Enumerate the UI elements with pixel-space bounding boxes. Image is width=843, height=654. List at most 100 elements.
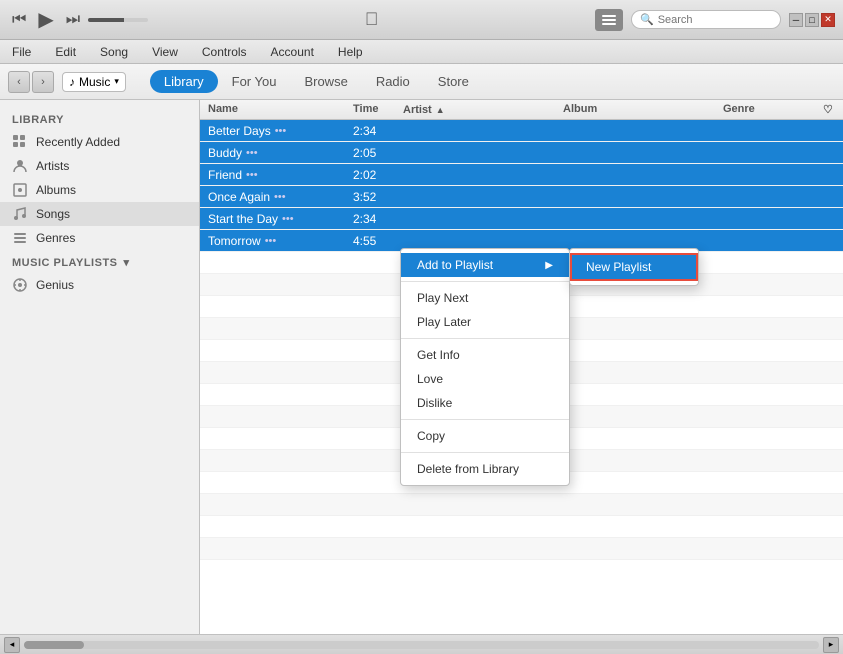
maximize-button[interactable]: □ [805,13,819,27]
scroll-track[interactable] [24,641,819,649]
row-options-icon[interactable]: ••• [246,169,258,181]
context-menu-dislike[interactable]: Dislike [401,391,569,415]
menu-controls[interactable]: Controls [198,43,251,61]
col-artist-header[interactable]: Artist ▲ [399,103,559,116]
context-menu-love[interactable]: Love [401,367,569,391]
search-icon: 🔍 [640,13,654,26]
separator [401,281,569,282]
context-menu-play-next[interactable]: Play Next [401,286,569,310]
submenu-arrow-icon: ▶ [545,260,553,271]
separator [401,452,569,453]
tab-radio[interactable]: Radio [362,70,424,93]
play-button[interactable]: ▶ [34,5,57,34]
row-time: 2:34 [349,124,399,138]
nav-bar: ‹ › ♪ Music ▾ Library For You Browse Rad… [0,64,843,100]
title-bar-center:  [365,9,379,30]
menu-bar: File Edit Song View Controls Account Hel… [0,40,843,64]
source-selector[interactable]: ♪ Music ▾ [62,72,126,92]
row-time: 2:05 [349,146,399,160]
search-box[interactable]: 🔍 [631,10,781,29]
title-bar: ⏮ ▶ ⏭  🔍 ─ □ ✕ [0,0,843,40]
genius-icon [12,277,28,293]
context-menu-container: Add to Playlist ▶ Play Next Play Later G… [400,248,699,486]
col-album-header[interactable]: Album [559,103,719,116]
row-name: Start the Day ••• [200,212,349,226]
submenu: New Playlist [569,248,699,286]
minimize-button[interactable]: ─ [789,13,803,27]
col-time-header[interactable]: Time [349,103,399,116]
albums-label: Albums [36,183,76,197]
menu-view[interactable]: View [148,43,182,61]
menu-file[interactable]: File [8,43,35,61]
table-row[interactable]: Once Again ••• 3:52 [200,186,843,208]
sort-arrow-icon: ▲ [436,105,445,115]
sidebar-item-albums[interactable]: Albums [0,178,199,202]
menu-song[interactable]: Song [96,43,132,61]
tab-library[interactable]: Library [150,70,218,93]
status-bar: ◂ ▸ [0,634,843,654]
row-time: 2:02 [349,168,399,182]
col-name-header[interactable]: Name [200,103,349,116]
row-name: Tomorrow ••• [200,234,349,248]
table-row[interactable]: Start the Day ••• 2:34 [200,208,843,230]
volume-slider[interactable] [88,18,148,22]
row-options-icon[interactable]: ••• [274,191,286,203]
next-button[interactable]: ⏭ [62,9,84,31]
artists-icon [12,158,28,174]
row-name: Friend ••• [200,168,349,182]
genres-icon [12,230,28,246]
row-time: 3:52 [349,190,399,204]
submenu-new-playlist[interactable]: New Playlist [570,253,698,281]
context-menu-play-later[interactable]: Play Later [401,310,569,334]
menu-account[interactable]: Account [267,43,318,61]
prev-button[interactable]: ⏮ [8,9,30,31]
menu-help[interactable]: Help [334,43,367,61]
context-menu-add-to-playlist[interactable]: Add to Playlist ▶ [401,253,569,277]
genius-label: Genius [36,278,74,292]
separator [401,419,569,420]
scroll-right-button[interactable]: ▸ [823,637,839,653]
table-row[interactable]: Friend ••• 2:02 [200,164,843,186]
menu-edit[interactable]: Edit [51,43,80,61]
col-genre-header[interactable]: Genre [719,103,819,116]
scroll-thumb[interactable] [24,641,84,649]
sidebar: Library Recently Added Artists Albums So… [0,100,200,634]
row-options-icon[interactable]: ••• [265,235,277,247]
row-name: Better Days ••• [200,124,349,138]
title-bar-right: 🔍 ─ □ ✕ [595,9,835,31]
table-row[interactable] [200,494,843,516]
nav-forward-button[interactable]: › [32,71,54,93]
row-time: 4:55 [349,234,399,248]
table-row[interactable]: Buddy ••• 2:05 [200,142,843,164]
table-row[interactable]: Better Days ••• 2:34 [200,120,843,142]
sidebar-item-recently-added[interactable]: Recently Added [0,130,199,154]
recently-added-label: Recently Added [36,135,120,149]
table-header: Name Time Artist ▲ Album Genre ♡ [200,100,843,120]
close-button[interactable]: ✕ [821,13,835,27]
list-view-icon[interactable] [595,9,623,31]
table-row[interactable] [200,516,843,538]
music-playlists-header[interactable]: Music Playlists ▾ [0,250,199,273]
context-menu-get-info[interactable]: Get Info [401,343,569,367]
nav-back-button[interactable]: ‹ [8,71,30,93]
sidebar-item-artists[interactable]: Artists [0,154,199,178]
sidebar-item-genius[interactable]: Genius [0,273,199,297]
row-options-icon[interactable]: ••• [282,213,294,225]
main-layout: Library Recently Added Artists Albums So… [0,100,843,634]
music-playlists-label: Music Playlists [12,257,118,269]
scroll-left-button[interactable]: ◂ [4,637,20,653]
table-row[interactable] [200,538,843,560]
apple-logo-icon:  [365,9,379,30]
row-options-icon[interactable]: ••• [246,147,258,159]
tab-store[interactable]: Store [424,70,483,93]
search-input[interactable] [658,14,768,26]
tab-browse[interactable]: Browse [290,70,361,93]
context-menu-copy[interactable]: Copy [401,424,569,448]
row-options-icon[interactable]: ••• [275,125,287,137]
title-bar-left: ⏮ ▶ ⏭ [8,5,148,34]
sidebar-item-genres[interactable]: Genres [0,226,199,250]
tab-for-you[interactable]: For You [218,70,291,93]
sidebar-item-songs[interactable]: Songs [0,202,199,226]
context-menu-delete-from-library[interactable]: Delete from Library [401,457,569,481]
separator [401,338,569,339]
